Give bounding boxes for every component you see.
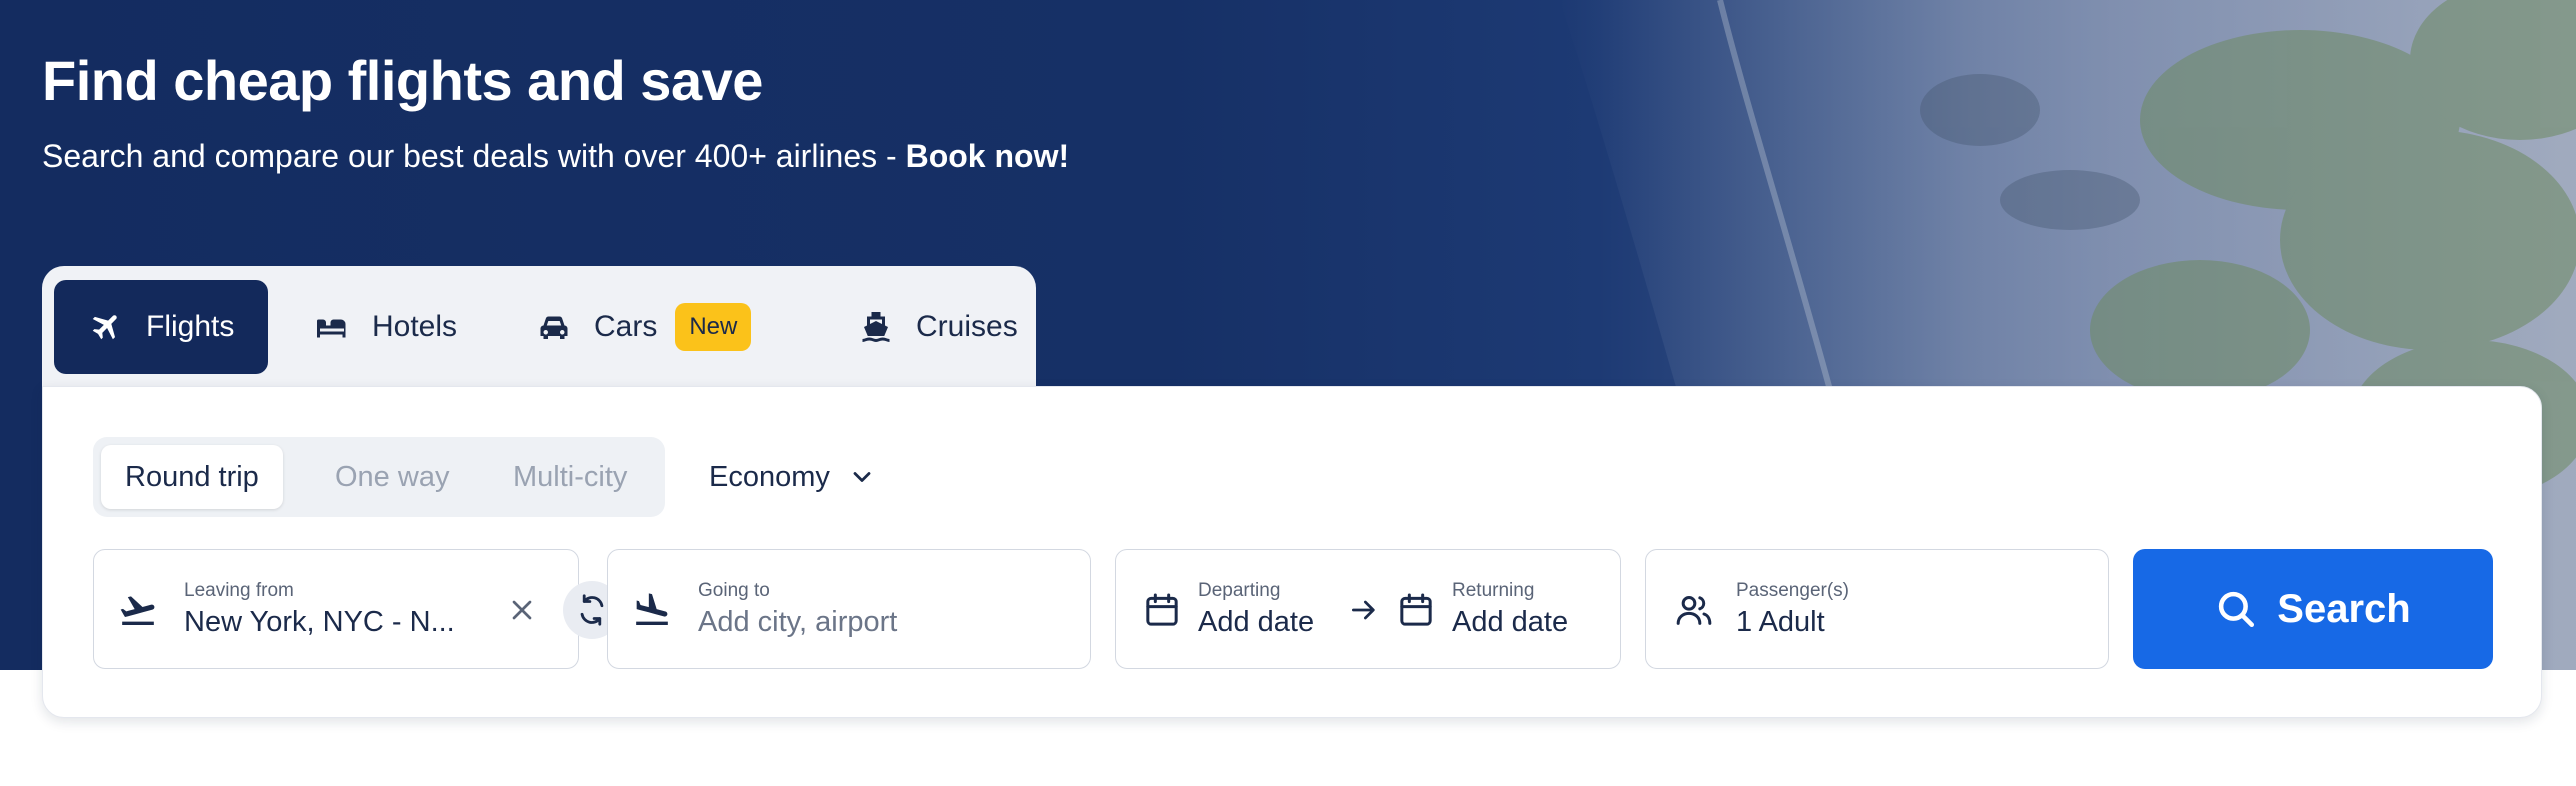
new-badge: New	[675, 303, 752, 351]
dates-field[interactable]: Departing Add date Returning Add date	[1115, 549, 1621, 669]
tab-flights-label: Flights	[146, 310, 235, 343]
plane-icon	[92, 315, 117, 340]
car-icon	[540, 316, 568, 339]
tab-hotels-label: Hotels	[372, 310, 458, 343]
origin-field[interactable]: Leaving from New York, NYC - N...	[93, 549, 579, 669]
cabin-class-dropdown[interactable]: Economy	[709, 437, 876, 517]
returning-value[interactable]: Add date	[1452, 606, 1568, 639]
departing-value[interactable]: Add date	[1198, 606, 1314, 639]
origin-label: Leaving from	[184, 580, 294, 601]
bed-icon	[317, 319, 346, 338]
departing-label: Departing	[1198, 580, 1281, 601]
destination-input[interactable]: Add city, airport	[698, 606, 897, 639]
trip-option-one-way[interactable]: One way	[311, 445, 473, 509]
product-tabs: Flights Hotels Cars New Cruises	[42, 266, 1036, 388]
tab-cruises-label: Cruises	[916, 310, 1018, 343]
passengers-value: 1 Adult	[1736, 606, 1825, 638]
close-icon[interactable]	[506, 594, 538, 626]
hero-subtitle: Search and compare our best deals with o…	[42, 138, 1069, 175]
tab-hotels[interactable]: Hotels	[280, 280, 491, 374]
returning-label: Returning	[1452, 580, 1535, 601]
calendar-icon	[1146, 593, 1178, 626]
arrow-right-icon	[1352, 600, 1375, 620]
flight-search-form: Round trip One way Multi-city Economy Le…	[42, 386, 2542, 718]
trip-type-toggle: Round trip One way Multi-city	[93, 437, 665, 517]
tab-flights[interactable]: Flights	[54, 280, 269, 374]
cabin-class-value: Economy	[709, 460, 830, 493]
search-icon	[2219, 591, 2255, 628]
passengers-label: Passenger(s)	[1736, 580, 1849, 601]
passengers-field[interactable]: Passenger(s) 1 Adult	[1645, 549, 2109, 669]
users-icon	[1676, 596, 1712, 625]
hero-title: Find cheap flights and save	[42, 49, 763, 112]
tab-cruises[interactable]: Cruises	[824, 280, 1052, 374]
search-button-label: Search	[2277, 586, 2411, 631]
book-now-text: Book now!	[905, 138, 1070, 174]
tab-cars[interactable]: Cars New	[502, 280, 785, 374]
destination-label: Going to	[698, 580, 770, 601]
origin-value: New York, NYC - N...	[184, 606, 455, 638]
search-button[interactable]: Search	[2133, 549, 2493, 669]
tab-cars-label: Cars	[594, 310, 658, 343]
landing-icon	[636, 593, 668, 625]
hero-subtitle-text: Search and compare our best deals with o…	[42, 138, 906, 174]
trip-option-round-trip[interactable]: Round trip	[101, 445, 283, 509]
destination-field[interactable]: Going to Add city, airport	[607, 549, 1091, 669]
chevron-down-icon	[853, 472, 871, 482]
takeoff-icon	[120, 596, 155, 625]
calendar-icon	[1400, 593, 1432, 626]
swap-icon	[580, 594, 604, 626]
trip-option-multi-city[interactable]: Multi-city	[489, 445, 651, 509]
ship-icon	[862, 312, 890, 342]
